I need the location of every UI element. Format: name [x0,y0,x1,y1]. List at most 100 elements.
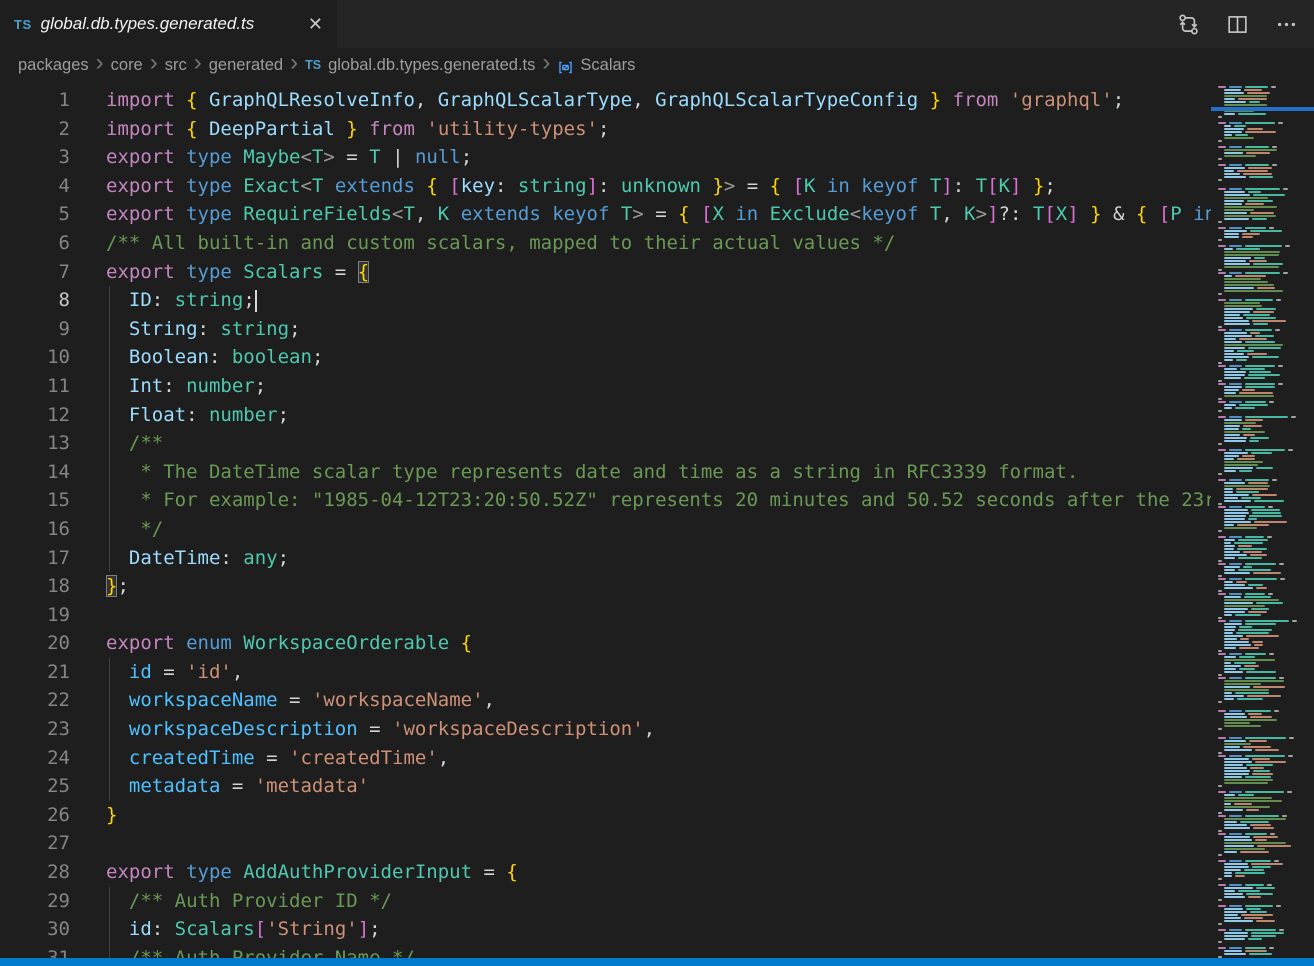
minimap[interactable] [1211,82,1314,958]
code-line[interactable]: 7 export type Scalars = { [0,258,1214,287]
gutter-gap [70,372,106,401]
indent-guide [109,458,110,487]
indent-guide [109,429,110,458]
indent-guide [109,744,110,773]
code-line[interactable]: 28export type AddAuthProviderInput = { [0,858,1214,887]
code-text: export type Scalars = { [106,258,369,287]
breadcrumb-item[interactable]: src [165,56,187,75]
gutter-gap [70,458,106,487]
breadcrumb-item[interactable]: generated [209,56,283,75]
code-line[interactable]: 15 * For example: "1985-04-12T23:20:50.5… [0,486,1214,515]
indent-guide [109,343,110,372]
line-number: 3 [0,143,70,172]
line-number: 14 [0,458,70,487]
code-line[interactable]: 3export type Maybe<T> = T | null; [0,143,1214,172]
line-number: 22 [0,686,70,715]
line-number: 2 [0,115,70,144]
gutter-gap [70,143,106,172]
chevron-right-icon: › [290,55,298,71]
line-number: 9 [0,315,70,344]
line-number: 29 [0,887,70,916]
indent-guide [109,286,110,315]
more-actions-icon[interactable] [1275,13,1298,36]
gutter-gap [70,686,106,715]
breadcrumb-symbol[interactable]: Scalars [580,56,635,75]
code-line[interactable]: 2 import { DeepPartial } from 'utility-ty… [0,115,1214,144]
code-line[interactable]: 29 /** Auth Provider ID */ [0,887,1214,916]
code-text: ID: string; [106,286,257,315]
code-line[interactable]: 24 createdTime = 'createdTime', [0,744,1214,773]
split-editor-icon[interactable] [1226,13,1249,36]
code-line[interactable]: 5export type RequireFields<T, K extends … [0,200,1214,229]
code-text: import { DeepPartial } from 'utility-typ… [106,115,609,144]
code-line[interactable]: 6/** All built-in and custom scalars, ma… [0,229,1214,258]
line-number: 8 [0,286,70,315]
code-line[interactable]: 26} [0,801,1214,830]
code-line[interactable]: 11 Int: number; [0,372,1214,401]
gutter-gap [70,315,106,344]
line-number: 30 [0,915,70,944]
gutter-gap [70,343,106,372]
indent-guide [109,372,110,401]
code-line[interactable]: 12 Float: number; [0,401,1214,430]
code-text: export type Exact<T extends { [key: stri… [106,172,1056,201]
code-line[interactable]: 19 [0,601,1214,630]
code-line[interactable]: 14 * The DateTime scalar type represents… [0,458,1214,487]
close-tab-icon[interactable]: ✕ [304,13,327,35]
code-text: Boolean: boolean; [106,343,323,372]
indent-guide [109,315,110,344]
open-changes-icon[interactable] [1177,13,1200,36]
line-number: 17 [0,544,70,573]
gutter-gap [70,601,106,630]
code-line[interactable]: 4 export type Exact<T extends { [key: str… [0,172,1214,201]
indent-guide [109,715,110,744]
code-line[interactable]: 21 id = 'id', [0,658,1214,687]
breadcrumb-item[interactable]: core [111,56,143,75]
line-number: 31 [0,944,70,958]
gutter-gap [70,172,106,201]
code-text: import { GraphQLResolveInfo, GraphQLScal… [106,86,1124,115]
line-number: 7 [0,258,70,287]
code-text: /** [106,429,163,458]
code-line[interactable]: 13 /** [0,429,1214,458]
code-line[interactable]: 10 Boolean: boolean; [0,343,1214,372]
gutter-gap [70,86,106,115]
code-line[interactable]: 23 workspaceDescription = 'workspaceDesc… [0,715,1214,744]
indent-guide [109,944,110,958]
code-line[interactable]: 27 [0,829,1214,858]
code-line[interactable]: 17 DateTime: any; [0,544,1214,573]
code-line[interactable]: 31 /** Auth Provider Name */ [0,944,1214,958]
line-number: 10 [0,343,70,372]
gutter-gap [70,486,106,515]
line-number: 27 [0,829,70,858]
gutter-gap [70,858,106,887]
gutter-gap [70,115,106,144]
gutter-gap [70,801,106,830]
code-line[interactable]: 1import { GraphQLResolveInfo, GraphQLSca… [0,86,1214,115]
code-line[interactable]: 9 String: string; [0,315,1214,344]
breadcrumb-file[interactable]: global.db.types.generated.ts [328,56,535,75]
code-line[interactable]: 8 ID: string; [0,286,1214,315]
gutter-gap [70,829,106,858]
line-number: 6 [0,229,70,258]
chevron-right-icon: › [150,55,158,71]
breadcrumb-item[interactable]: packages [18,56,89,75]
code-line[interactable]: 20export enum WorkspaceOrderable { [0,629,1214,658]
minimap-current-line [1211,107,1314,111]
code-text: String: string; [106,315,301,344]
indent-guide [109,401,110,430]
code-text: DateTime: any; [106,544,289,573]
code-line[interactable]: 22 workspaceName = 'workspaceName', [0,686,1214,715]
symbol-variable-icon [557,59,574,76]
code-line[interactable]: 16 */ [0,515,1214,544]
editor-tab[interactable]: TS global.db.types.generated.ts ✕ [0,0,337,48]
code-text: }; [106,572,129,601]
code-line[interactable]: 30 id: Scalars['String']; [0,915,1214,944]
gutter-gap [70,258,106,287]
code-line[interactable]: 18}; [0,572,1214,601]
code-text: */ [106,515,163,544]
code-text: export type AddAuthProviderInput = { [106,858,518,887]
indent-guide [109,887,110,916]
code-line[interactable]: 25 metadata = 'metadata' [0,772,1214,801]
line-number: 4 [0,172,70,201]
